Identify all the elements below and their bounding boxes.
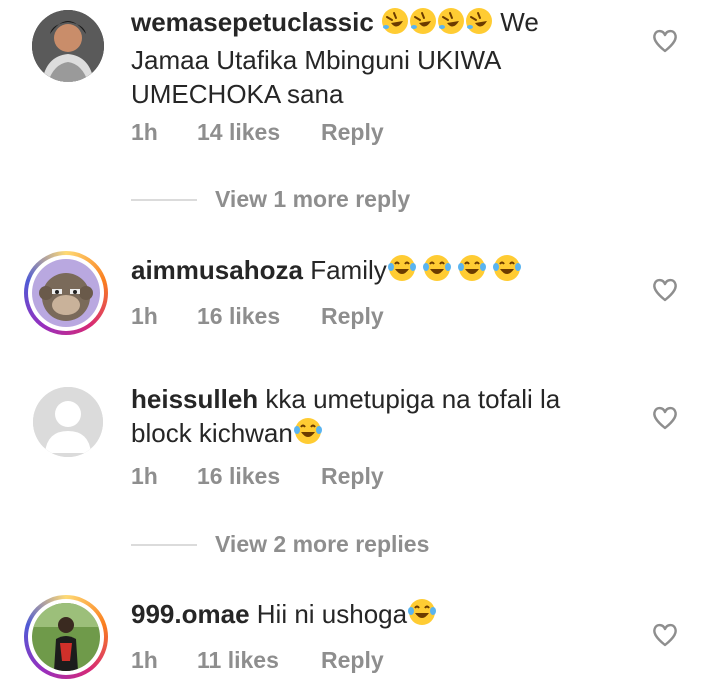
comment-username[interactable]: wemasepetuclassic (131, 7, 374, 37)
comment-likes[interactable]: 16 likes (197, 303, 321, 330)
comment-body: Hii ni ushoga (256, 599, 408, 629)
view-more-label[interactable]: View 1 more reply (215, 186, 410, 213)
rofl-emoji-icon (381, 7, 494, 43)
comment-meta: 1h 14 likes Reply (131, 119, 384, 146)
tears-of-joy-emoji-icon (293, 416, 325, 454)
comment-username[interactable]: aimmusahoza (131, 255, 303, 285)
divider (131, 543, 197, 546)
comment-time: 1h (131, 303, 158, 329)
divider (131, 198, 197, 201)
comment-text: heissulleh kka umetupiga na tofali la bl… (131, 382, 601, 454)
comment-username[interactable]: 999.omae (131, 599, 250, 629)
comment-text: 999.omae Hii ni ushoga (131, 597, 601, 635)
comment-username[interactable]: heissulleh (131, 384, 258, 414)
reply-button[interactable]: Reply (321, 119, 384, 146)
comment-time: 1h (131, 463, 158, 489)
avatar[interactable] (24, 595, 108, 679)
reply-button[interactable]: Reply (321, 303, 384, 330)
comment-likes[interactable]: 14 likes (197, 119, 321, 146)
comment-meta: 1h 11 likes Reply (131, 647, 384, 674)
heart-icon[interactable] (651, 276, 679, 304)
tears-of-joy-emoji-icon (387, 253, 527, 291)
view-more-replies[interactable]: View 1 more reply (131, 186, 410, 213)
avatar-image (32, 259, 100, 327)
comment-likes[interactable]: 11 likes (197, 647, 321, 674)
avatar[interactable] (24, 251, 108, 335)
comment-time: 1h (131, 647, 158, 673)
avatar[interactable] (32, 10, 104, 82)
comment-text: wemasepetuclassic We Jamaa Utafika Mbing… (131, 5, 601, 111)
reply-button[interactable]: Reply (321, 463, 384, 490)
view-more-label[interactable]: View 2 more replies (215, 531, 429, 558)
reply-button[interactable]: Reply (321, 647, 384, 674)
heart-icon[interactable] (651, 27, 679, 55)
comment-meta: 1h 16 likes Reply (131, 463, 384, 490)
heart-icon[interactable] (651, 404, 679, 432)
default-avatar-icon (33, 387, 103, 457)
comment-time: 1h (131, 119, 158, 145)
comment-likes[interactable]: 16 likes (197, 463, 321, 490)
avatar-image (32, 603, 100, 671)
heart-icon[interactable] (651, 621, 679, 649)
comment-meta: 1h 16 likes Reply (131, 303, 384, 330)
comment-text: aimmusahoza Family (131, 253, 601, 291)
tears-of-joy-emoji-icon (407, 597, 439, 635)
comment-body: Family (310, 255, 387, 285)
avatar[interactable] (33, 387, 103, 457)
view-more-replies[interactable]: View 2 more replies (131, 531, 429, 558)
